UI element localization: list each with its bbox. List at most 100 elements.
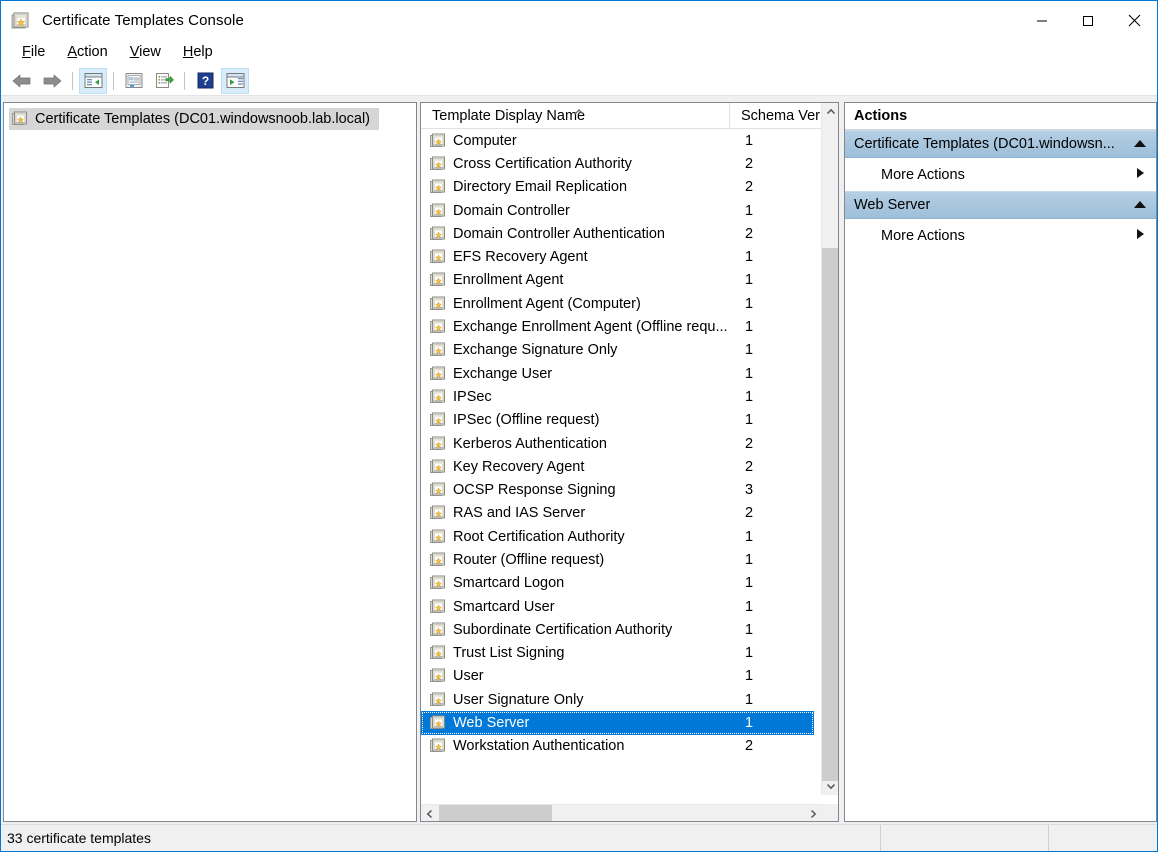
horizontal-scroll-thumb[interactable]: [439, 805, 552, 821]
schema-version-cell: 2: [745, 225, 754, 242]
actions-menu-item[interactable]: More Actions: [845, 219, 1156, 252]
schema-version-cell: 1: [745, 365, 754, 382]
scroll-left-button[interactable]: [421, 805, 438, 821]
table-row[interactable]: Exchange Signature Only 1: [421, 339, 822, 362]
schema-version-cell: 1: [745, 668, 754, 685]
schema-version-cell: 2: [745, 458, 754, 475]
list-vertical-scrollbar[interactable]: [821, 103, 838, 795]
template-display-name-cell: Cross Certification Authority: [453, 155, 632, 172]
certificate-template-icon: [430, 389, 446, 405]
chevron-up-icon[interactable]: [1133, 136, 1147, 152]
close-button[interactable]: [1111, 1, 1157, 40]
table-row[interactable]: Router (Offline request) 1: [421, 548, 822, 571]
chevron-up-icon[interactable]: [1133, 197, 1147, 213]
actions-group-header[interactable]: Web Server: [845, 191, 1156, 219]
schema-version-cell: 2: [745, 155, 754, 172]
table-row[interactable]: Key Recovery Agent 2: [421, 455, 822, 478]
vertical-scroll-thumb[interactable]: [822, 248, 838, 781]
table-row[interactable]: User 1: [421, 665, 822, 688]
schema-version-cell: 1: [745, 202, 754, 219]
schema-version-cell: 2: [745, 435, 754, 452]
actions-menu-item[interactable]: More Actions: [845, 158, 1156, 191]
menu-action[interactable]: Action: [56, 42, 118, 63]
template-display-name-cell: User: [453, 668, 484, 685]
forward-button[interactable]: [38, 68, 66, 94]
table-row[interactable]: Exchange User 1: [421, 362, 822, 385]
column-header-label: Template Display Name: [432, 108, 586, 124]
menu-file[interactable]: File: [11, 42, 56, 63]
schema-version-cell: 3: [745, 482, 754, 499]
column-header-schema-version[interactable]: Schema Ver: [730, 103, 822, 129]
template-display-name-cell: EFS Recovery Agent: [453, 249, 588, 266]
table-row[interactable]: Exchange Enrollment Agent (Offline requ.…: [421, 315, 822, 338]
tree-item-certificate-templates[interactable]: Certificate Templates (DC01.windowsnoob.…: [9, 108, 379, 130]
back-button[interactable]: [8, 68, 36, 94]
table-row[interactable]: Kerberos Authentication 2: [421, 432, 822, 455]
certificate-template-icon: [430, 599, 446, 615]
table-row[interactable]: Computer 1: [421, 129, 822, 152]
list-horizontal-scrollbar[interactable]: [421, 804, 822, 821]
chevron-right-icon: [1136, 167, 1145, 183]
minimize-button[interactable]: [1019, 1, 1065, 40]
certificate-template-icon: [430, 342, 446, 358]
table-row[interactable]: Directory Email Replication 2: [421, 176, 822, 199]
templates-list[interactable]: Computer 1 Cross Certification Authority 2 D…: [421, 129, 822, 795]
certificate-template-icon: [430, 552, 446, 568]
table-row[interactable]: Enrollment Agent 1: [421, 269, 822, 292]
status-pane-3: [1049, 825, 1157, 852]
certificate-template-icon: [430, 319, 446, 335]
menu-view[interactable]: View: [119, 42, 172, 63]
properties-icon[interactable]: [120, 68, 148, 94]
templates-list-pane: Template Display Name Schema Ver Compute…: [420, 102, 839, 822]
maximize-button[interactable]: [1065, 1, 1111, 40]
table-row[interactable]: IPSec 1: [421, 385, 822, 408]
table-row[interactable]: User Signature Only 1: [421, 688, 822, 711]
actions-menu-item-label: More Actions: [881, 166, 965, 183]
action-pane-icon[interactable]: [221, 67, 249, 94]
table-row[interactable]: Web Server 1: [421, 711, 814, 735]
template-display-name-cell: Smartcard Logon: [453, 575, 565, 592]
schema-version-cell: 1: [745, 575, 754, 592]
certificate-template-icon: [430, 133, 446, 149]
help-icon[interactable]: ?: [191, 68, 219, 94]
status-bar: 33 certificate templates: [1, 824, 1157, 852]
table-row[interactable]: Smartcard User 1: [421, 595, 822, 618]
actions-group-header[interactable]: Certificate Templates (DC01.windowsn...: [845, 130, 1156, 158]
template-display-name-cell: Enrollment Agent: [453, 272, 564, 289]
schema-version-cell: 1: [745, 132, 754, 149]
table-row[interactable]: Enrollment Agent (Computer) 1: [421, 292, 822, 315]
list-header: Template Display Name Schema Ver: [421, 103, 838, 129]
table-row[interactable]: IPSec (Offline request) 1: [421, 409, 822, 432]
table-row[interactable]: Root Certification Authority 1: [421, 525, 822, 548]
certificate-template-icon: [430, 692, 446, 708]
table-row[interactable]: Workstation Authentication 2: [421, 735, 822, 758]
scroll-up-button[interactable]: [822, 103, 838, 120]
menu-help[interactable]: Help: [172, 42, 224, 63]
table-row[interactable]: EFS Recovery Agent 1: [421, 245, 822, 268]
template-display-name-cell: User Signature Only: [453, 691, 584, 708]
template-display-name-cell: Domain Controller Authentication: [453, 225, 665, 242]
schema-version-cell: 1: [745, 551, 754, 568]
svg-text:?: ?: [201, 74, 208, 88]
template-display-name-cell: Root Certification Authority: [453, 528, 625, 545]
table-row[interactable]: Domain Controller 1: [421, 199, 822, 222]
table-row[interactable]: Smartcard Logon 1: [421, 572, 822, 595]
scroll-right-button[interactable]: [805, 805, 822, 821]
table-row[interactable]: Trust List Signing 1: [421, 642, 822, 665]
template-display-name-cell: Trust List Signing: [453, 645, 565, 662]
export-list-icon[interactable]: [150, 68, 178, 94]
toolbar-separator: [72, 71, 73, 90]
table-row[interactable]: Subordinate Certification Authority 1: [421, 618, 822, 641]
certificate-template-icon: [430, 296, 446, 312]
console-tree-icon[interactable]: [79, 67, 107, 94]
table-row[interactable]: RAS and IAS Server 2: [421, 502, 822, 525]
scroll-down-button[interactable]: [822, 778, 838, 795]
table-row[interactable]: OCSP Response Signing 3: [421, 478, 822, 501]
table-row[interactable]: Cross Certification Authority 2: [421, 152, 822, 175]
certificate-template-icon: [430, 366, 446, 382]
chevron-right-icon: [1136, 228, 1145, 244]
actions-menu-item-label: More Actions: [881, 227, 965, 244]
table-row[interactable]: Domain Controller Authentication 2: [421, 222, 822, 245]
template-display-name-cell: Key Recovery Agent: [453, 458, 585, 475]
column-header-template-display-name[interactable]: Template Display Name: [421, 103, 730, 129]
